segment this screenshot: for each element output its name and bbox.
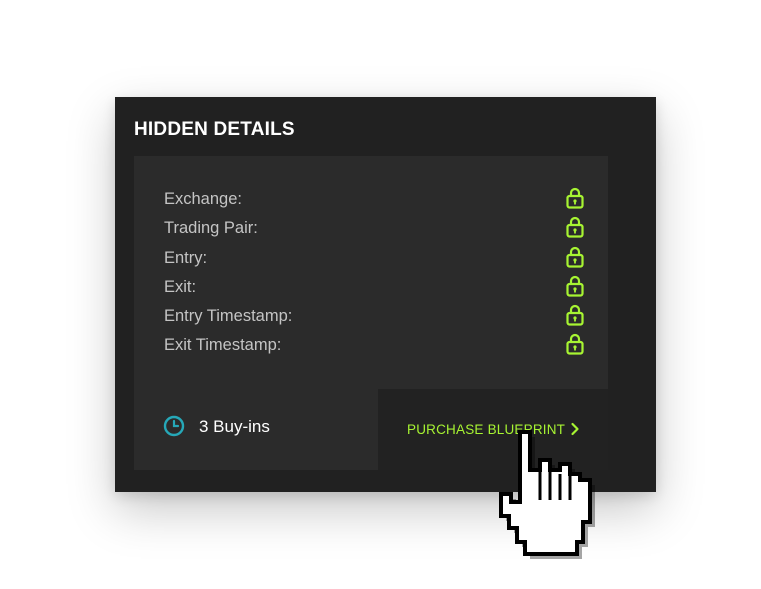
- detail-label: Exit Timestamp:: [164, 336, 282, 355]
- details-panel: Exchange: Trading Pair: Entry: Exit: Ent…: [134, 156, 608, 389]
- detail-row-trading-pair: Trading Pair:: [164, 216, 584, 245]
- detail-label: Exit:: [164, 277, 197, 296]
- buyins-panel: 3 Buy-ins: [134, 389, 378, 470]
- lock-icon: [566, 334, 584, 356]
- detail-row-exit-timestamp: Exit Timestamp:: [164, 333, 584, 362]
- hidden-details-card: HIDDEN DETAILS Exchange: Trading Pair: E…: [115, 97, 656, 492]
- lock-icon: [566, 246, 584, 268]
- detail-row-exchange: Exchange:: [164, 187, 584, 216]
- detail-label: Trading Pair:: [164, 219, 258, 238]
- detail-row-entry-timestamp: Entry Timestamp:: [164, 304, 584, 333]
- card-title: HIDDEN DETAILS: [134, 119, 295, 140]
- purchase-blueprint-button[interactable]: PURCHASE BLUEPRINT: [378, 389, 608, 470]
- lock-icon: [566, 217, 584, 238]
- purchase-blueprint-label: PURCHASE BLUEPRINT: [407, 422, 566, 437]
- chevron-right-icon: [571, 422, 579, 436]
- lock-icon: [566, 187, 584, 209]
- detail-label: Entry Timestamp:: [164, 307, 293, 326]
- clock-icon: [163, 415, 185, 437]
- lock-icon: [566, 275, 584, 297]
- buyins-count: 3 Buy-ins: [199, 417, 270, 436]
- detail-label: Entry:: [164, 248, 208, 267]
- detail-list: Exchange: Trading Pair: Entry: Exit: Ent…: [164, 187, 584, 363]
- detail-row-entry: Entry:: [164, 246, 584, 275]
- lock-icon: [566, 305, 584, 326]
- detail-label: Exchange:: [164, 190, 242, 208]
- detail-row-exit: Exit:: [164, 275, 584, 304]
